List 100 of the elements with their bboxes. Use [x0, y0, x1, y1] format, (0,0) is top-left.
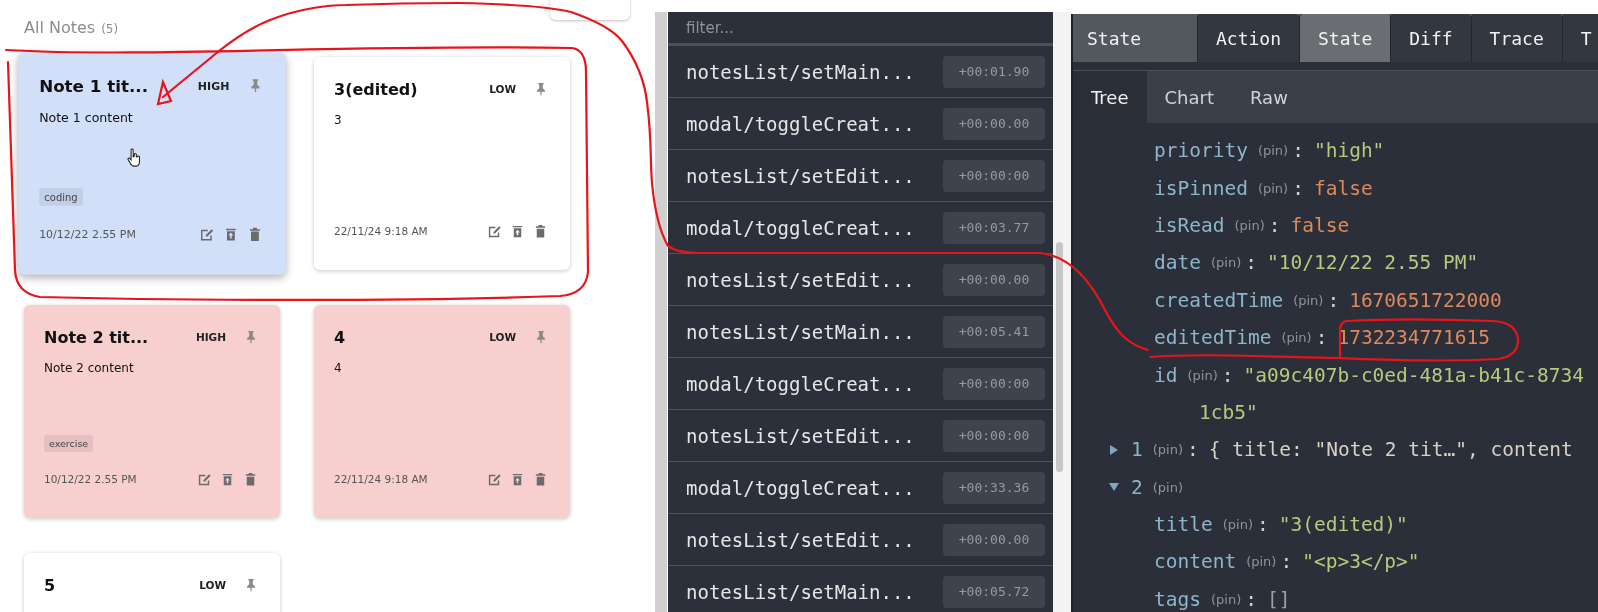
tag-chip[interactable]: coding	[39, 188, 83, 206]
pin-label[interactable]: (pin)	[1210, 255, 1242, 271]
view-tab[interactable]: Raw	[1232, 71, 1306, 123]
trash-icon[interactable]	[247, 226, 263, 242]
tree-value: false	[1313, 176, 1373, 200]
tree-key: tags	[1154, 587, 1201, 611]
colon: :	[1245, 251, 1257, 275]
pin-icon[interactable]	[244, 330, 258, 344]
colon: :	[1268, 213, 1281, 237]
tree-value: []	[1266, 587, 1291, 611]
trash-icon[interactable]	[533, 223, 548, 239]
time-badge: +00:00:00	[943, 419, 1045, 452]
pin-icon[interactable]	[244, 578, 258, 592]
note-card[interactable]: Note 2 tit... HIGH Note 2 content exercise 10/12/22 2.55 PM	[24, 305, 280, 518]
tab[interactable]: T	[1561, 14, 1598, 62]
tree-key: isRead	[1154, 213, 1225, 237]
view-tab[interactable]: Chart	[1146, 71, 1232, 123]
tree-value: 1670651722000	[1349, 288, 1502, 312]
tree-key[interactable]: 2	[1131, 475, 1143, 499]
action-row[interactable]: notesList/setEdit... +00:00.00	[668, 513, 1053, 565]
trash-up-arrow-icon[interactable]	[220, 471, 235, 487]
trash-icon[interactable]	[243, 471, 258, 487]
pin-label[interactable]: (pin)	[1210, 591, 1242, 607]
action-row[interactable]: modal/toggleCreat... +00:00:00	[668, 357, 1053, 409]
action-row[interactable]: notesList/setEdit... +00:00:00	[668, 409, 1053, 461]
expanded-arrow-icon[interactable]	[1109, 482, 1119, 493]
tree-key: date	[1154, 251, 1201, 275]
action-row[interactable]: modal/toggleCreat... +00:00.00	[668, 97, 1053, 149]
pin-label[interactable]: (pin)	[1152, 442, 1183, 458]
tree-value: "<p>3</p>"	[1302, 550, 1420, 574]
tree-key: createdTime	[1154, 288, 1284, 312]
pin-label[interactable]: (pin)	[1187, 367, 1218, 383]
time-badge: +00:00.00	[943, 263, 1045, 296]
note-count: (5)	[101, 22, 119, 36]
trash-up-arrow-icon[interactable]	[510, 223, 525, 239]
note-card[interactable]: Note 1 tit... HIGH Note 1 content coding 10/12/22 2.55 PM	[18, 52, 286, 275]
view-tab[interactable]: Tree	[1073, 71, 1147, 123]
trash-up-arrow-icon[interactable]	[510, 471, 525, 487]
trash-icon[interactable]	[533, 471, 548, 487]
tree-key: priority	[1154, 139, 1248, 163]
pin-icon[interactable]	[534, 82, 548, 96]
tree-key[interactable]: 1	[1131, 438, 1143, 462]
pin-label[interactable]: (pin)	[1246, 554, 1277, 570]
pin-label[interactable]: (pin)	[1222, 517, 1253, 533]
pin-label[interactable]: (pin)	[1234, 217, 1265, 233]
collapsed-arrow-icon[interactable]	[1109, 444, 1119, 455]
action-row[interactable]: notesList/setMain... +00:05.72	[668, 565, 1053, 612]
tree-value: false	[1290, 213, 1350, 237]
pin-icon[interactable]	[248, 78, 263, 93]
action-row[interactable]: notesList/setMain... +00:05.41	[668, 305, 1053, 357]
note-date: 10/12/22 2.55 PM	[39, 227, 137, 241]
colon: :	[1280, 550, 1293, 574]
note-date: 22/11/24 9:18 AM	[334, 473, 429, 485]
pin-label[interactable]: (pin)	[1281, 330, 1312, 346]
tree-value: "10/12/22 2.55 PM"	[1266, 251, 1479, 275]
tab[interactable]: State	[1299, 14, 1391, 62]
pin-label[interactable]: (pin)	[1152, 479, 1183, 495]
note-title: Note 2 tit...	[44, 327, 150, 347]
scrollbar-track[interactable]	[655, 12, 667, 612]
note-card[interactable]: 5 LOW	[24, 553, 280, 612]
tree-key: isPinned	[1154, 176, 1248, 200]
pin-icon[interactable]	[534, 330, 548, 344]
action-row[interactable]: notesList/setEdit... +00:00:00	[668, 149, 1053, 201]
tab[interactable]: Diff	[1390, 14, 1471, 62]
edit-icon[interactable]	[199, 226, 215, 242]
priority-label: HIGH	[195, 331, 226, 343]
note-content: Note 1 content	[39, 110, 134, 126]
pin-label[interactable]: (pin)	[1293, 292, 1324, 308]
tree-value: 1732234771615	[1337, 326, 1491, 350]
priority-label: LOW	[199, 579, 226, 591]
colon: :	[1256, 513, 1269, 537]
tree-key: id	[1154, 363, 1178, 387]
note-date: 10/12/22 2.55 PM	[44, 473, 138, 485]
action-row[interactable]: notesList/setEdit... +00:00.00	[668, 253, 1053, 305]
pin-label[interactable]: (pin)	[1257, 180, 1289, 196]
note-card[interactable]: 3(edited) LOW 3 22/11/24 9:18 AM	[314, 57, 570, 270]
colon: :	[1292, 139, 1304, 163]
tree-key: title	[1154, 513, 1213, 537]
note-title: 3(edited)	[334, 79, 419, 99]
action-row[interactable]: notesList/setMain... +00:01.90	[668, 45, 1053, 97]
tab[interactable]: Action	[1197, 14, 1300, 62]
time-badge: +00:05.41	[943, 315, 1045, 348]
pin-label[interactable]: (pin)	[1257, 143, 1289, 159]
tag-chip[interactable]: exercise	[44, 435, 94, 452]
trash-up-arrow-icon[interactable]	[223, 226, 239, 242]
colon: :	[1327, 288, 1340, 312]
note-card[interactable]: 4 LOW 4 22/11/24 9:18 AM	[314, 305, 570, 518]
tab[interactable]: Trace	[1470, 14, 1562, 62]
tree-key: content	[1154, 550, 1237, 574]
scrollbar-thumb[interactable]	[1056, 242, 1063, 472]
colon: :	[1245, 587, 1257, 611]
priority-label: HIGH	[197, 79, 230, 92]
note-content: 3	[334, 113, 343, 127]
tree-key: editedTime	[1154, 326, 1272, 350]
priority-label: LOW	[489, 331, 516, 343]
colon: :	[1221, 363, 1234, 387]
note-content: Note 2 content	[44, 361, 135, 375]
action-row[interactable]: modal/toggleCreat... +00:03.77	[668, 201, 1053, 253]
time-badge: +00:00.00	[943, 523, 1045, 556]
action-row[interactable]: modal/toggleCreat... +00:33.36	[668, 461, 1053, 513]
